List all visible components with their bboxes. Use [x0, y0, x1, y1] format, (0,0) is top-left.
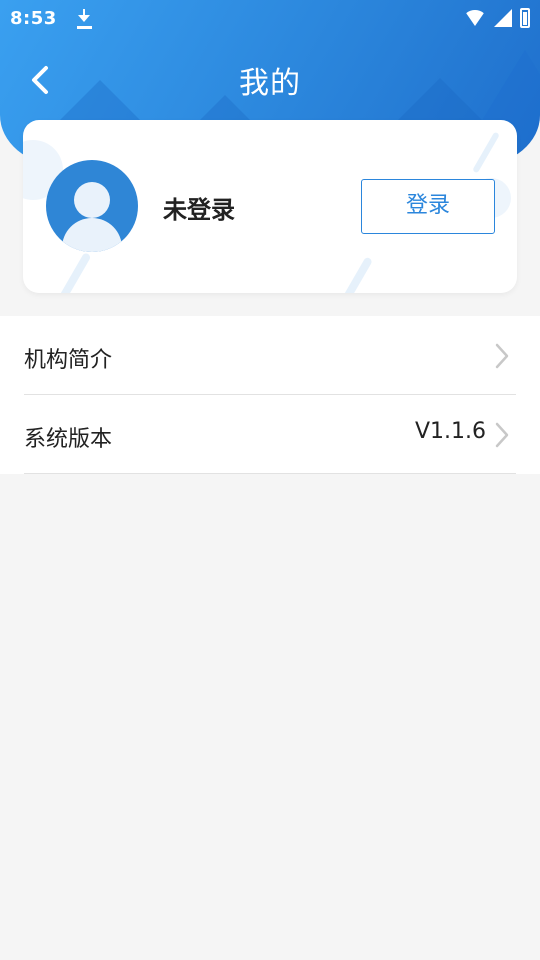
- card-decoration: [341, 256, 373, 293]
- menu-item-organization-intro[interactable]: 机构简介: [0, 316, 540, 395]
- wifi-icon: [464, 10, 486, 26]
- menu-item-system-version[interactable]: 系统版本 V1.1.6: [0, 395, 540, 474]
- chevron-right-icon: [495, 343, 509, 369]
- card-decoration: [472, 131, 500, 174]
- download-icon: [75, 7, 93, 29]
- divider: [24, 473, 516, 474]
- user-avatar-icon[interactable]: [46, 160, 138, 252]
- menu-item-label: 系统版本: [24, 427, 113, 452]
- battery-icon: [520, 8, 530, 28]
- status-bar: 8:53: [0, 0, 540, 36]
- login-button[interactable]: 登录: [361, 179, 495, 234]
- profile-card: 未登录 登录: [23, 120, 517, 293]
- version-value: V1.1.6: [414, 419, 486, 444]
- menu-item-label: 机构简介: [24, 348, 113, 373]
- user-name: 未登录: [163, 196, 235, 224]
- card-decoration: [54, 252, 92, 293]
- status-time: 8:53: [10, 7, 57, 29]
- nav-bar: 我的: [0, 46, 540, 112]
- chevron-right-icon: [495, 422, 509, 448]
- signal-icon: [494, 9, 512, 27]
- screen: 8:53 我的 未登录 登录 机构简介 系统版本 V1.1.6: [0, 0, 540, 960]
- status-icons: [464, 8, 530, 28]
- page-title: 我的: [239, 66, 301, 101]
- menu-list: 机构简介 系统版本 V1.1.6: [0, 316, 540, 474]
